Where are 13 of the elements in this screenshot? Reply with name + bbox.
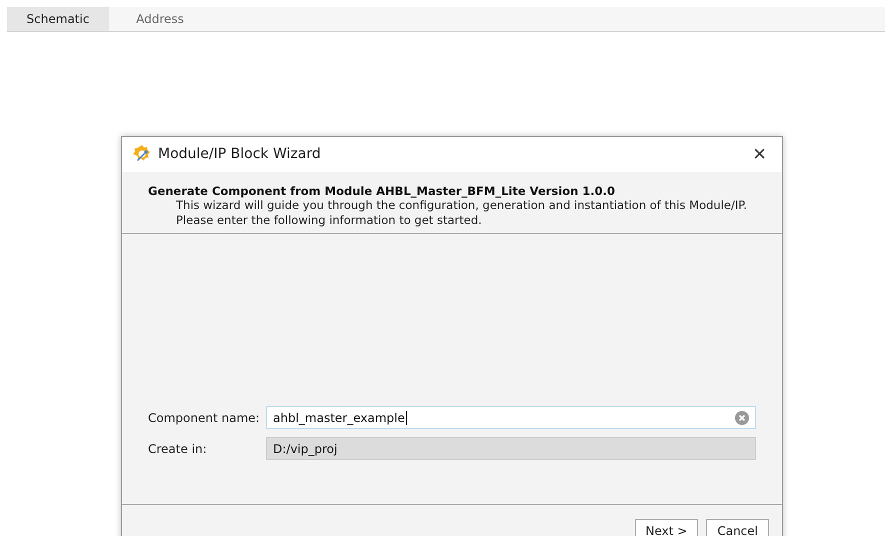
wizard-heading: Generate Component from Module AHBL_Master_BFM_Lite Version 1.0.0 (148, 184, 616, 198)
next-button[interactable]: Next > (634, 519, 698, 536)
close-button[interactable]: × (747, 141, 772, 168)
description-text: This wizard will guide you through the configuration, generation and instantiation of this Module/IP. (176, 198, 748, 213)
input-field[interactable]: ahbl_master_example (266, 406, 756, 429)
description-text: Please enter the following information to get started. (176, 212, 483, 228)
field-label: Component name: (148, 410, 261, 424)
tab[interactable]: Address (109, 7, 211, 31)
clear-icon[interactable] (735, 410, 749, 424)
cancel-button[interactable]: Cancel (706, 519, 769, 536)
field-label: Create in: (148, 442, 208, 456)
tab[interactable]: Schematic (7, 7, 109, 31)
dialog-title: Module/IP Block Wizard (158, 146, 322, 162)
